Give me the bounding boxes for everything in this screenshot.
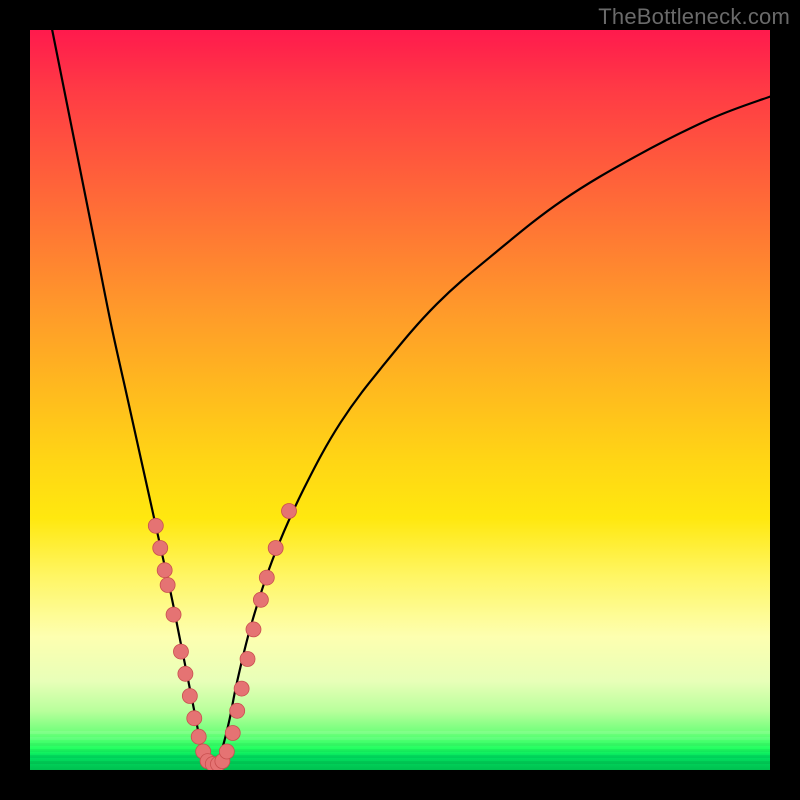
sample-point [234, 681, 249, 696]
sample-point [268, 541, 283, 556]
sample-point [166, 607, 181, 622]
sample-point [187, 711, 202, 726]
sample-point [160, 578, 175, 593]
sample-point [259, 570, 274, 585]
sample-point [173, 644, 188, 659]
sample-point [178, 666, 193, 681]
sample-point [282, 504, 297, 519]
sample-point [182, 689, 197, 704]
plot-area [30, 30, 770, 770]
sample-point [253, 592, 268, 607]
sample-point [148, 518, 163, 533]
sample-point [240, 652, 255, 667]
watermark-text: TheBottleneck.com [598, 4, 790, 30]
sample-point [157, 563, 172, 578]
chart-frame: TheBottleneck.com [0, 0, 800, 800]
sample-points-group [148, 504, 296, 771]
chart-svg [30, 30, 770, 770]
sample-point [191, 729, 206, 744]
sample-point [230, 703, 245, 718]
bottleneck-curve [52, 30, 770, 769]
sample-point [225, 726, 240, 741]
sample-point [153, 541, 168, 556]
sample-point [219, 744, 234, 759]
sample-point [246, 622, 261, 637]
